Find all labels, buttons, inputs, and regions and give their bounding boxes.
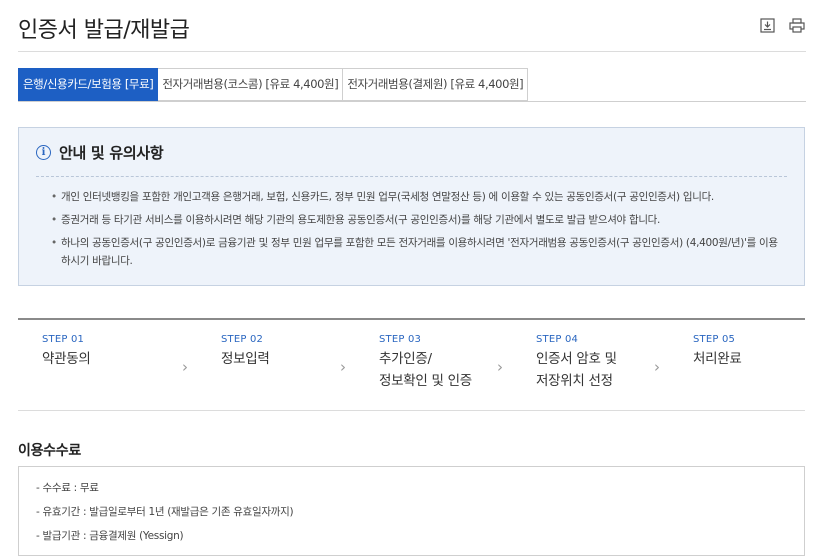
tab-bar: 은행/신용카드/보험용 [무료] 전자거래범용(코스콤) [유료 4,400원]… — [18, 68, 529, 101]
fee-section-title: 이용수수료 — [18, 443, 81, 459]
notice-header: i 안내 및 유의사항 — [36, 142, 164, 163]
tab-koscom-general[interactable]: 전자거래범용(코스콤) [유료 4,400원] — [158, 68, 344, 101]
notice-item: 증권거래 등 타기관 서비스를 이용하시려면 해당 기관의 용도제한용 공동인증… — [51, 211, 784, 229]
tab-divider — [18, 101, 806, 102]
notice-list: 개인 인터넷뱅킹을 포함한 개인고객용 은행거래, 보험, 신용카드, 정부 민… — [51, 188, 784, 275]
title-divider — [18, 51, 806, 52]
chevron-right-icon: › — [340, 358, 346, 376]
step-label: 약관동의 — [42, 351, 91, 367]
step-label: 인증서 암호 및 — [536, 351, 617, 367]
info-icon: i — [36, 145, 51, 160]
fee-list: - 수수료 : 무료 - 유효기간 : 발급일로부터 1년 (재발급은 기존 유… — [36, 481, 294, 553]
top-tools — [758, 16, 806, 34]
step-2: STEP 02 정보입력 — [221, 334, 270, 370]
print-icon[interactable] — [788, 16, 806, 34]
step-1: STEP 01 약관동의 — [42, 334, 91, 370]
fee-item-issuer: - 발급기관 : 금융결제원 (Yessign) — [36, 530, 184, 542]
fee-item-validity: - 유효기간 : 발급일로부터 1년 (재발급은 기존 유효일자까지) — [36, 506, 294, 518]
chevron-right-icon: › — [654, 358, 660, 376]
fee-box: - 수수료 : 무료 - 유효기간 : 발급일로부터 1년 (재발급은 기존 유… — [18, 466, 805, 556]
step-label: 추가인증/ — [379, 351, 432, 367]
step-5: STEP 05 처리완료 — [693, 334, 742, 370]
download-icon[interactable] — [758, 16, 776, 34]
step-number: STEP 02 — [221, 334, 264, 345]
step-number: STEP 01 — [42, 334, 85, 345]
step-label-line2: 저장위치 선정 — [536, 373, 613, 389]
chevron-right-icon: › — [182, 358, 188, 376]
step-number: STEP 03 — [379, 334, 422, 345]
step-4: STEP 04 인증서 암호 및 저장위치 선정 — [536, 334, 617, 392]
step-3: STEP 03 추가인증/ 정보확인 및 인증 — [379, 334, 472, 392]
notice-box: i 안내 및 유의사항 개인 인터넷뱅킹을 포함한 개인고객용 은행거래, 보험… — [18, 127, 805, 286]
notice-divider — [36, 176, 787, 177]
chevron-right-icon: › — [497, 358, 503, 376]
notice-item: 하나의 공동인증서(구 공인인증서)로 금융기관 및 정부 민원 업무를 포함한… — [51, 234, 784, 270]
step-number: STEP 04 — [536, 334, 579, 345]
step-indicator: STEP 01 약관동의 › STEP 02 정보입력 › STEP 03 추가… — [18, 318, 805, 411]
fee-item-charge: - 수수료 : 무료 — [36, 482, 99, 494]
notice-title: 안내 및 유의사항 — [59, 144, 164, 162]
page-title: 인증서 발급/재발급 — [18, 18, 190, 43]
step-number: STEP 05 — [693, 334, 736, 345]
notice-item: 개인 인터넷뱅킹을 포함한 개인고객용 은행거래, 보험, 신용카드, 정부 민… — [51, 188, 784, 206]
step-label: 처리완료 — [693, 351, 742, 367]
step-label-line2: 정보확인 및 인증 — [379, 373, 472, 389]
tab-kftc-general[interactable]: 전자거래범용(결제원) [유료 4,400원] — [343, 68, 529, 101]
tab-bank-card-insurance[interactable]: 은행/신용카드/보험용 [무료] — [18, 68, 159, 101]
step-label: 정보입력 — [221, 351, 270, 367]
